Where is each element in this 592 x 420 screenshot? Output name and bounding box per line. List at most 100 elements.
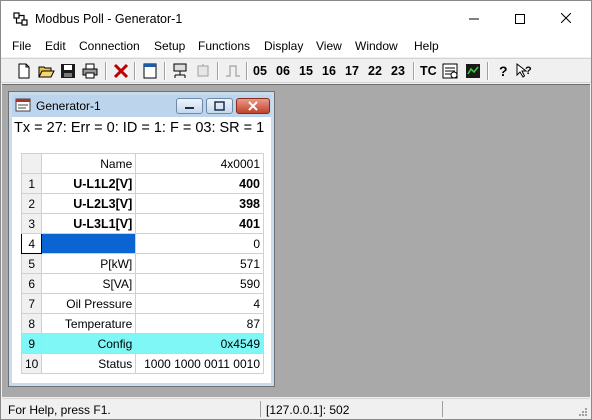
fc-17-button[interactable]: 17 [345,64,359,78]
child-title-bar[interactable]: Generator-1 [12,95,271,117]
row-name[interactable]: Status [41,353,137,374]
menu-functions[interactable]: Functions [198,39,250,53]
row-number[interactable]: 5 [20,253,43,274]
menu-bar: File Edit Connection Setup Functions Dis… [1,37,591,57]
row-name[interactable]: Config [41,333,137,354]
row-name[interactable]: U-L1L2[V] [41,173,137,194]
table-row[interactable]: 7 Oil Pressure 4 [20,293,264,314]
app-window: Modbus Poll - Generator-1 File Edit Conn… [0,0,592,420]
row-value[interactable]: 0 [135,233,264,254]
maximize-button[interactable] [497,1,543,37]
title-bar[interactable]: Modbus Poll - Generator-1 [1,1,591,37]
svg-text:?: ? [525,65,532,77]
header-name[interactable]: Name [41,153,137,174]
row-number[interactable]: 1 [20,173,43,194]
menu-help[interactable]: Help [414,39,439,53]
tc-button[interactable]: TC [420,64,437,78]
row-number[interactable]: 7 [20,293,43,314]
row-number[interactable]: 3 [20,213,43,234]
fc-22-button[interactable]: 22 [368,64,382,78]
row-value[interactable]: 590 [135,273,264,294]
poll-status-text: Tx = 27: Err = 0: ID = 1: F = 03: SR = 1 [14,120,265,136]
fc-06-button[interactable]: 06 [276,64,290,78]
toolbar-separator [164,62,166,80]
table-row[interactable]: 8 Temperature 87 [20,313,264,334]
row-value[interactable]: 87 [135,313,264,334]
toolbar-separator [487,62,489,80]
row-name-selected[interactable] [41,233,137,254]
minimize-icon [185,107,194,109]
row-number[interactable]: 6 [20,273,43,294]
row-number[interactable]: 8 [20,313,43,334]
child-minimize-button[interactable] [176,98,203,114]
toolbar-separator [413,62,415,80]
window-icon[interactable] [141,62,159,80]
corner-cell[interactable] [20,153,43,174]
row-number[interactable]: 2 [20,193,43,214]
close-icon [248,101,258,111]
table-row[interactable]: 3 U-L3L1[V] 401 [20,213,264,234]
row-value[interactable]: 400 [135,173,264,194]
print-icon[interactable] [81,62,99,80]
header-address[interactable]: 4x0001 [135,153,264,174]
table-row[interactable]: 2 U-L2L3[V] 398 [20,193,264,214]
status-divider [442,401,443,417]
row-name[interactable]: Oil Pressure [41,293,137,314]
help-icon[interactable]: ? [494,62,512,80]
menu-display[interactable]: Display [264,39,303,53]
svg-text:?: ? [499,63,508,79]
table-row-selected[interactable]: 4 0 [20,233,264,254]
row-name[interactable]: Temperature [41,313,137,334]
maximize-icon [214,101,225,111]
menu-setup[interactable]: Setup [154,39,185,53]
row-value[interactable]: 571 [135,253,264,274]
row-name[interactable]: P[kW] [41,253,137,274]
context-help-icon[interactable]: ? [515,62,533,80]
fc-16-button[interactable]: 16 [322,64,336,78]
single-read-icon[interactable] [224,62,242,80]
table-row[interactable]: 6 S[VA] 590 [20,273,264,294]
monitor-icon[interactable] [464,62,482,80]
menu-connection[interactable]: Connection [79,39,140,53]
new-icon[interactable] [15,62,33,80]
disconnect-icon[interactable] [194,62,212,80]
minimize-button[interactable] [451,1,497,37]
status-connection: [127.0.0.1]: 502 [266,403,350,417]
row-name[interactable]: U-L2L3[V] [41,193,137,214]
menu-file[interactable]: File [12,39,31,53]
menu-edit[interactable]: Edit [45,39,66,53]
menu-view[interactable]: View [316,39,342,53]
child-maximize-button[interactable] [206,98,233,114]
row-number[interactable]: 9 [20,333,43,354]
table-row[interactable]: 5 P[kW] 571 [20,253,264,274]
open-icon[interactable] [37,62,55,80]
toolbar-separator [105,62,107,80]
menu-window[interactable]: Window [355,39,398,53]
comm-traffic-icon[interactable] [441,62,459,80]
table-header-row: Name 4x0001 [20,153,264,174]
resize-grip-icon[interactable] [578,407,588,417]
table-row-highlighted[interactable]: 9 Config 0x4549 [20,333,264,354]
save-icon[interactable] [59,62,77,80]
row-value[interactable]: 0x4549 [135,333,264,354]
row-value[interactable]: 4 [135,293,264,314]
row-value[interactable]: 398 [135,193,264,214]
close-button[interactable] [543,1,589,37]
row-value[interactable]: 401 [135,213,264,234]
toolbar-separator [134,62,136,80]
row-name[interactable]: U-L3L1[V] [41,213,137,234]
toolbar: 05 06 15 16 17 22 23 TC ? ? [1,58,591,83]
table-row[interactable]: 1 U-L1L2[V] 400 [20,173,264,194]
delete-icon[interactable] [112,62,130,80]
row-name[interactable]: S[VA] [41,273,137,294]
row-number[interactable]: 4 [20,233,43,254]
connect-icon[interactable] [171,62,189,80]
poll-status-line: Tx = 27: Err = 0: ID = 1: F = 03: SR = 1 [12,118,271,152]
fc-05-button[interactable]: 05 [253,64,267,78]
row-value[interactable]: 1000 1000 0011 0010 [135,353,264,374]
row-number[interactable]: 10 [20,353,43,374]
child-close-button[interactable] [236,98,270,114]
fc-15-button[interactable]: 15 [299,64,313,78]
fc-23-button[interactable]: 23 [391,64,405,78]
table-row[interactable]: 10 Status 1000 1000 0011 0010 [20,353,264,374]
